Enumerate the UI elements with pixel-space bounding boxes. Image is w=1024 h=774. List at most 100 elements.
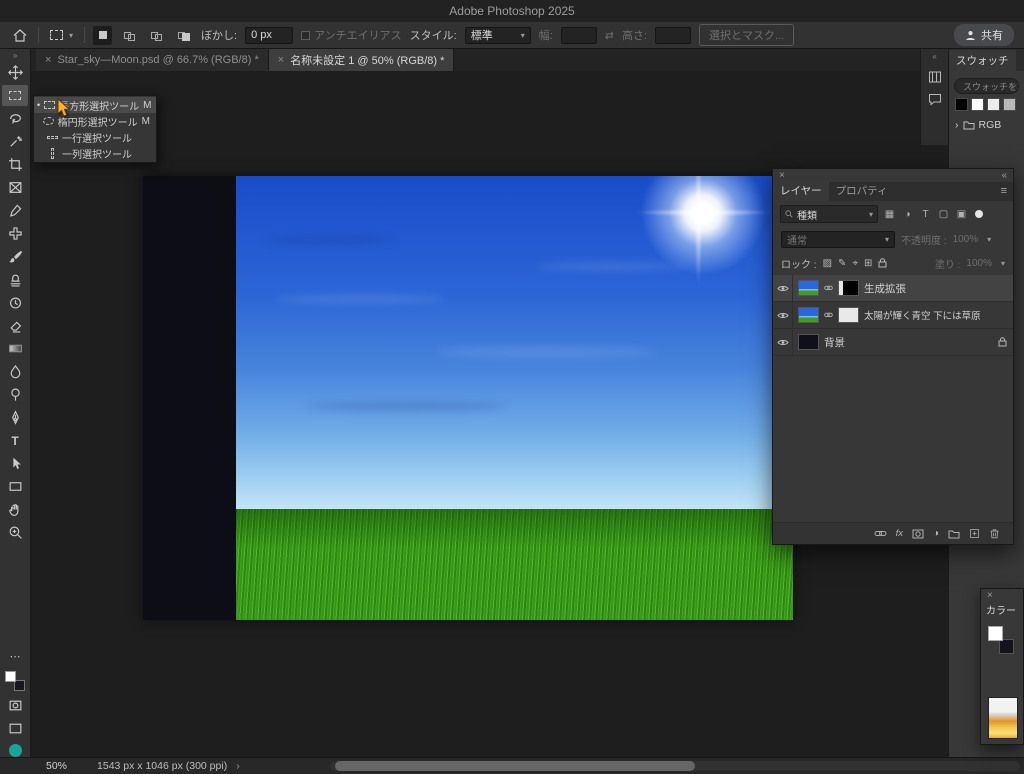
filter-smart-object-icon[interactable]: ▣ <box>955 209 968 220</box>
tab-color[interactable]: カラー <box>981 601 1021 618</box>
tab-properties[interactable]: プロパティ <box>829 180 895 201</box>
tool-history-brush[interactable] <box>2 292 28 313</box>
tool-hand[interactable] <box>2 499 28 520</box>
tool-brush[interactable] <box>2 246 28 267</box>
new-layer-icon[interactable] <box>969 528 980 539</box>
share-button[interactable]: 共有 <box>954 24 1014 46</box>
lock-paint-icon[interactable]: ✎ <box>838 258 846 269</box>
layer-thumbnail[interactable] <box>798 280 819 296</box>
toolbar-expand-icon[interactable]: » <box>13 51 17 61</box>
tool-lasso[interactable] <box>2 108 28 129</box>
opacity-value[interactable]: 100% <box>953 234 979 245</box>
add-selection-button[interactable] <box>120 26 139 45</box>
adjustment-layer-icon[interactable]: ◑ <box>933 528 939 539</box>
tool-gradient[interactable] <box>2 338 28 359</box>
delete-layer-icon[interactable] <box>989 528 1000 539</box>
blend-mode-select[interactable]: 通常 ▾ <box>781 231 895 248</box>
layer-mask-thumbnail[interactable] <box>838 307 859 323</box>
filter-toggle[interactable] <box>975 210 983 218</box>
tool-type[interactable]: T <box>2 430 28 451</box>
swatch-gray[interactable] <box>1003 98 1016 111</box>
filter-type-icon[interactable]: T <box>919 209 932 220</box>
status-chevron-icon[interactable]: › <box>236 760 240 772</box>
feather-input[interactable]: 0 px <box>245 27 293 44</box>
history-panel-icon[interactable] <box>928 70 942 84</box>
swatch-search-input[interactable]: スウォッチを検索 <box>954 78 1019 94</box>
tool-shape[interactable] <box>2 476 28 497</box>
color-panel-chips[interactable] <box>987 626 1023 660</box>
asset-thumbnail[interactable] <box>988 697 1018 739</box>
add-mask-icon[interactable] <box>912 529 924 539</box>
swatch-group-rgb[interactable]: › RGB <box>955 119 1018 131</box>
flyout-item-rectangular-marquee[interactable]: • 長方形選択ツール M <box>34 97 156 113</box>
tab-layers[interactable]: レイヤー <box>773 180 829 201</box>
flyout-item-elliptical-marquee[interactable]: 楕円形選択ツール M <box>34 113 156 129</box>
new-group-icon[interactable] <box>948 529 960 539</box>
foreground-color-chip[interactable] <box>5 671 16 682</box>
tool-pen[interactable] <box>2 407 28 428</box>
layer-name[interactable]: 太陽が輝く青空 下には草原 <box>864 308 981 322</box>
lock-artboard-icon[interactable]: ⊞ <box>864 258 872 269</box>
lock-all-icon[interactable] <box>878 258 887 268</box>
document-tab-active[interactable]: × 名称未設定 1 @ 50% (RGB/8) * <box>269 49 455 71</box>
comments-panel-icon[interactable] <box>928 93 942 106</box>
swap-dimensions-icon[interactable]: ⇄ <box>605 29 614 42</box>
tool-healing-brush[interactable] <box>2 223 28 244</box>
tab-swatches[interactable]: スウォッチ <box>949 50 1016 71</box>
edit-toolbar-button[interactable]: ⋯ <box>2 646 28 667</box>
foreground-background-colors[interactable] <box>4 671 26 691</box>
width-input[interactable] <box>561 27 597 44</box>
tool-crop[interactable] <box>2 154 28 175</box>
tool-frame[interactable] <box>2 177 28 198</box>
layer-row-sky-grass[interactable]: 太陽が輝く青空 下には草原 <box>773 302 1013 329</box>
close-icon[interactable]: × <box>987 590 993 601</box>
filter-adjustment-icon[interactable]: ◑ <box>901 209 914 220</box>
layer-name[interactable]: 背景 <box>824 335 845 350</box>
tool-eyedropper[interactable] <box>2 200 28 221</box>
antialias-checkbox[interactable]: アンチエイリアス <box>301 27 402 43</box>
dock-collapse-icon[interactable]: « <box>932 52 936 61</box>
flyout-item-single-column-marquee[interactable]: 一列選択ツール <box>34 145 156 161</box>
style-select[interactable]: 標準 ▾ <box>465 27 531 44</box>
disclosure-icon[interactable]: › <box>955 119 959 131</box>
tool-move[interactable] <box>2 62 28 83</box>
home-icon[interactable] <box>10 27 30 44</box>
visibility-toggle[interactable] <box>773 302 793 329</box>
horizontal-scrollbar[interactable] <box>330 761 1020 771</box>
layer-thumbnail[interactable] <box>798 334 819 350</box>
document-tab[interactable]: × Star_sky—Moon.psd @ 66.7% (RGB/8) * <box>36 49 269 71</box>
collapse-icon[interactable]: « <box>1001 170 1007 181</box>
layer-name[interactable]: 生成拡張 <box>864 281 906 296</box>
subtract-selection-button[interactable] <box>147 26 166 45</box>
lock-transparency-icon[interactable]: ▨ <box>823 258 832 269</box>
height-input[interactable] <box>655 27 691 44</box>
scrollbar-thumb[interactable] <box>335 761 695 771</box>
zoom-level-input[interactable]: 50% <box>46 760 67 772</box>
link-layers-icon[interactable] <box>874 529 887 538</box>
tool-dodge[interactable] <box>2 384 28 405</box>
flyout-item-single-row-marquee[interactable]: 一行選択ツール <box>34 129 156 145</box>
tool-eraser[interactable] <box>2 315 28 336</box>
layer-thumbnail[interactable] <box>798 307 819 323</box>
visibility-toggle[interactable] <box>773 275 793 302</box>
creative-cloud-icon[interactable] <box>9 744 22 757</box>
tool-rectangular-marquee[interactable] <box>2 85 28 106</box>
tool-zoom[interactable] <box>2 522 28 543</box>
swatch-white[interactable] <box>971 98 984 111</box>
lock-move-icon[interactable]: ⌖ <box>852 258 858 269</box>
panel-menu-icon[interactable]: ≡ <box>1001 185 1007 197</box>
intersect-selection-button[interactable] <box>174 26 193 45</box>
select-and-mask-button[interactable]: 選択とマスク... <box>699 24 794 46</box>
layer-mask-thumbnail[interactable] <box>838 280 859 296</box>
tool-clone-stamp[interactable] <box>2 269 28 290</box>
expanded-canvas-region[interactable] <box>143 176 236 620</box>
visibility-toggle[interactable] <box>773 329 793 356</box>
tool-path-selection[interactable] <box>2 453 28 474</box>
quick-mask-button[interactable] <box>2 695 28 716</box>
new-selection-button[interactable] <box>93 26 112 45</box>
close-icon[interactable]: × <box>45 54 51 66</box>
screen-mode-button[interactable] <box>2 718 28 739</box>
close-icon[interactable]: × <box>278 54 284 66</box>
layer-filter-select[interactable]: 種類 ▾ <box>780 205 878 223</box>
layer-row-generative-expand[interactable]: 生成拡張 <box>773 275 1013 302</box>
